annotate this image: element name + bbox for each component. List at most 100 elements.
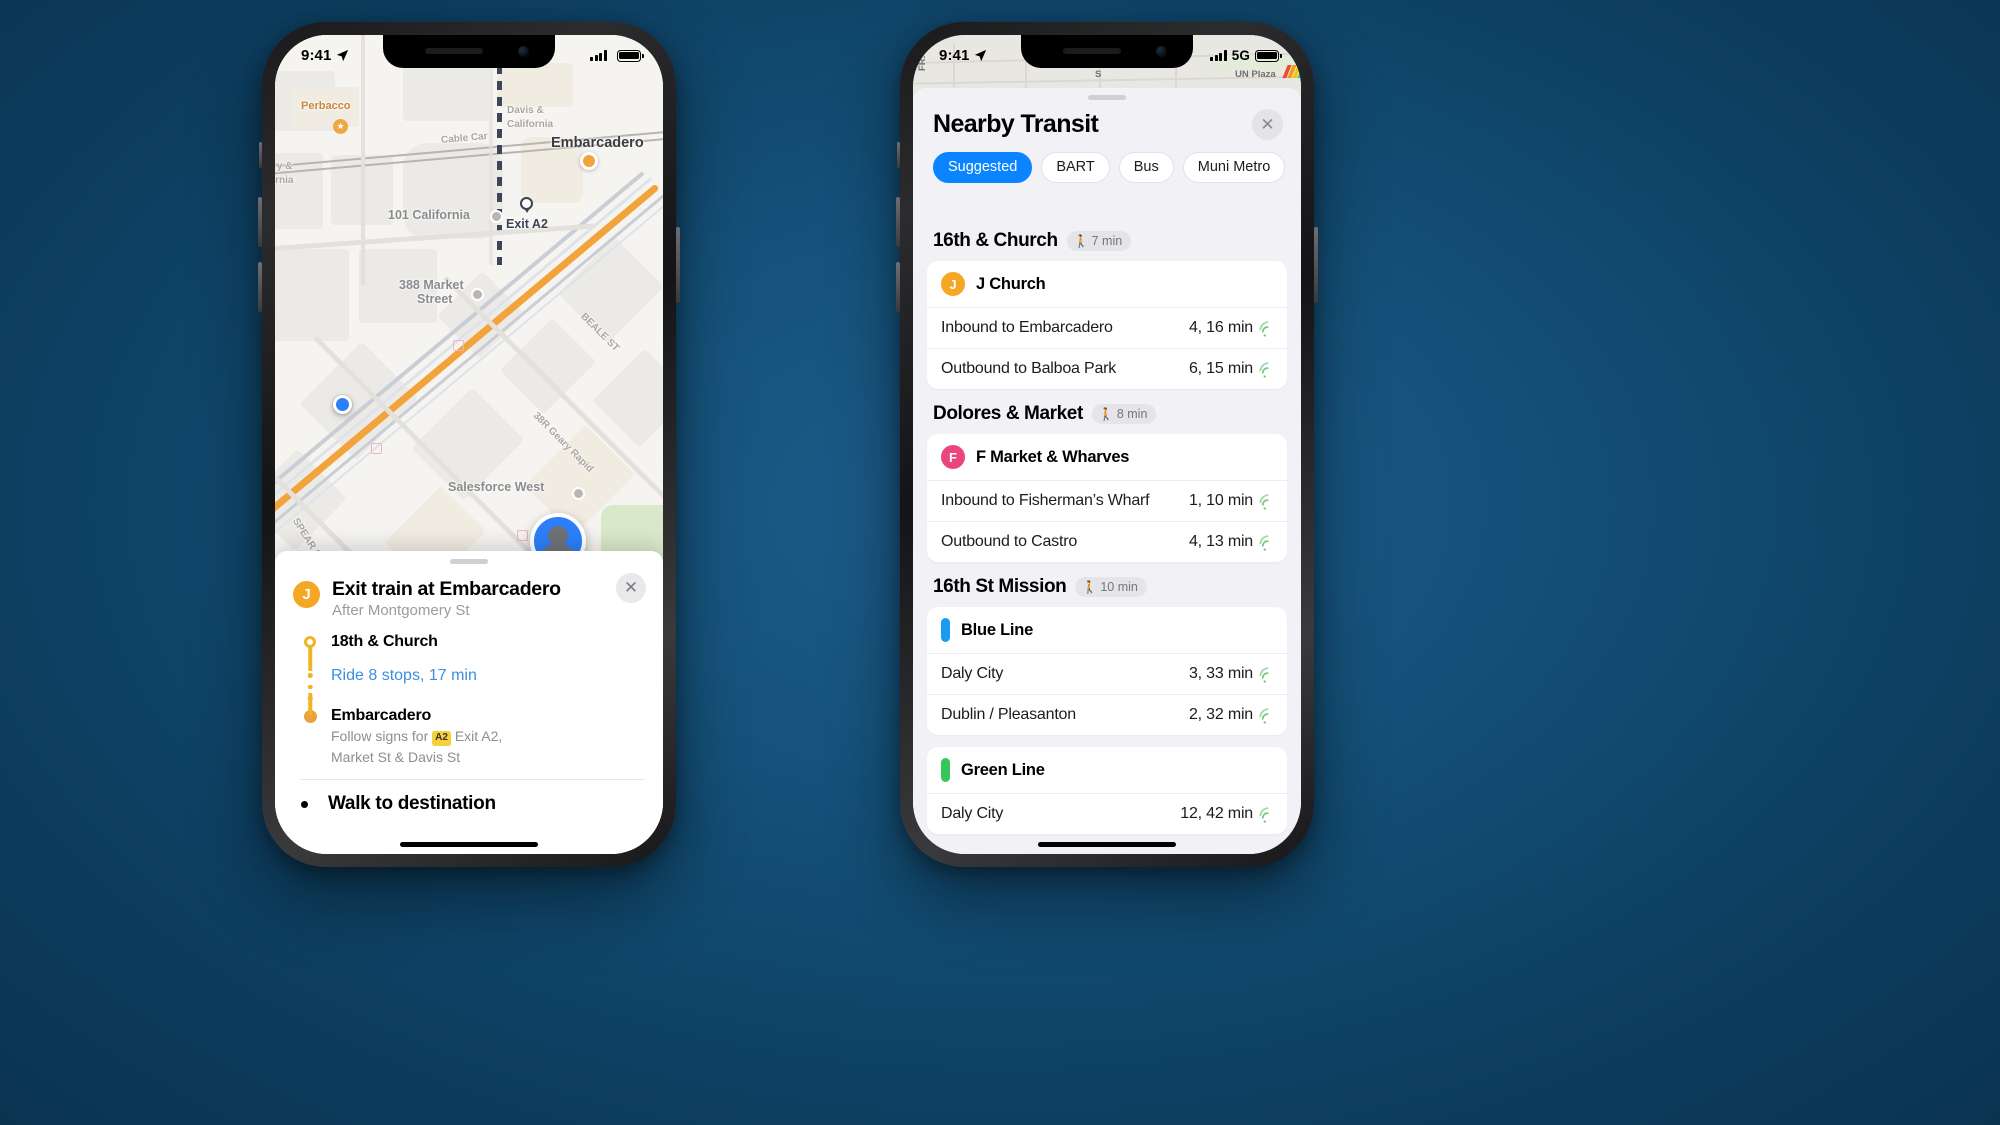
route-badge-letter: J	[949, 276, 957, 292]
map-pink-marker-2	[371, 443, 382, 454]
departure-times: 12, 42 min	[1180, 805, 1253, 822]
route-name: F Market & Wharves	[976, 447, 1130, 466]
mute-switch[interactable]	[259, 142, 262, 168]
origin-stop-name: 18th & Church	[331, 633, 438, 651]
101-california-poi-dot[interactable]	[490, 210, 503, 223]
departure-row[interactable]: Inbound to Fisherman’s Wharf 1, 10 min	[927, 480, 1287, 521]
route-card-header[interactable]: F F Market & Wharves	[927, 434, 1287, 480]
live-signal-icon	[1256, 532, 1276, 552]
route-card-header[interactable]: J J Church	[927, 261, 1287, 307]
departure-destination: Outbound to Balboa Park	[941, 360, 1117, 377]
departure-row[interactable]: Daly City 12, 42 min	[927, 793, 1287, 834]
signal-bars-icon	[1210, 50, 1227, 61]
close-icon[interactable]: ✕	[616, 573, 646, 603]
filter-chip-muni-metro[interactable]: Muni Metro	[1182, 152, 1286, 183]
phone-right: UN Plaza FR. S Nearby Transit ✕ Suggeste…	[896, 22, 1318, 867]
filter-chip-suggested[interactable]: Suggested	[933, 152, 1033, 183]
volume-up-button[interactable]	[258, 197, 262, 247]
power-button[interactable]	[676, 227, 680, 303]
nearby-transit-header: Nearby Transit ✕	[913, 100, 1301, 140]
close-icon[interactable]: ✕	[1252, 109, 1283, 140]
departure-row[interactable]: Outbound to Castro 4, 13 min	[927, 521, 1287, 562]
mute-switch-right[interactable]	[897, 142, 900, 168]
route-badge-f: F	[941, 445, 965, 469]
departure-row[interactable]: Dublin / Pleasanton 2, 32 min	[927, 694, 1287, 735]
live-signal-icon	[1256, 705, 1276, 725]
ride-summary-link[interactable]: Ride 8 stops, 17 min	[331, 667, 477, 685]
route-step-sheet[interactable]: J Exit train at Embarcadero After Montgo…	[275, 551, 663, 854]
next-step-row[interactable]: Walk to destination	[275, 780, 663, 815]
live-signal-icon	[1256, 664, 1276, 684]
departure-row[interactable]: Outbound to Balboa Park 6, 15 min	[927, 348, 1287, 389]
route-card[interactable]: J J Church Inbound to Embarcadero 4, 16 min…	[927, 261, 1287, 389]
live-signal-icon	[1256, 804, 1276, 824]
map-label-salesforce-west: Salesforce West	[448, 480, 545, 494]
desc-line2-text: Market St & Davis St	[331, 748, 461, 765]
route-step-origin[interactable]: 18th & Church	[301, 633, 643, 672]
route-card[interactable]: Green Line Daly City 12, 42 min	[927, 747, 1287, 834]
route-card-header[interactable]: Green Line	[927, 747, 1287, 793]
stations-scroll-area[interactable]: 16th & Church 🚶 7 min J J Church Inbound to E…	[913, 216, 1301, 854]
station-name: 16th & Church	[933, 230, 1058, 251]
route-step-ride[interactable]: Ride 8 stops, 17 min	[301, 667, 643, 707]
desc-post-text: Exit A2,	[450, 728, 503, 745]
nearby-transit-sheet[interactable]: Nearby Transit ✕ Suggested BART Bus Muni Me…	[913, 88, 1301, 854]
status-time: 9:41	[301, 47, 332, 64]
sheet-header: J Exit train at Embarcadero After Montgo…	[275, 564, 663, 619]
departure-row[interactable]: Daly City 3, 33 min	[927, 653, 1287, 694]
page-title: Nearby Transit	[933, 110, 1099, 138]
earpiece-speaker	[425, 48, 483, 54]
current-location-dot	[333, 395, 352, 414]
live-signal-icon	[1256, 359, 1276, 379]
departure-times: 4, 13 min	[1188, 533, 1253, 550]
volume-up-button-right[interactable]	[896, 197, 900, 247]
departure-times: 1, 10 min	[1188, 492, 1253, 509]
map-label-exit-a2: Exit A2	[506, 217, 548, 231]
front-camera-right	[1156, 46, 1167, 57]
power-button-right[interactable]	[1314, 227, 1318, 303]
volume-down-button-right[interactable]	[896, 262, 900, 312]
home-indicator-right[interactable]	[1038, 842, 1176, 847]
battery-icon	[1255, 49, 1282, 62]
exit-sign-badge: A2	[432, 731, 451, 746]
388-market-poi-dot[interactable]	[471, 288, 484, 301]
walking-person-icon: 🚶	[1073, 233, 1089, 248]
route-steps-list: 18th & Church Ride 8 stops, 17 min Embar…	[275, 619, 663, 767]
departure-destination: Daly City	[941, 805, 1004, 822]
sheet-subtitle: After Montgomery St	[332, 602, 470, 620]
map-pink-marker-3	[517, 530, 528, 541]
walk-step-dot-icon	[301, 800, 308, 808]
salesforce-west-poi-dot[interactable]	[572, 487, 585, 500]
map-label-davis: Davis &	[507, 105, 544, 116]
front-camera	[518, 46, 529, 57]
departure-destination: Daly City	[941, 665, 1004, 682]
notch-right	[1021, 35, 1193, 68]
route-card[interactable]: Blue Line Daly City 3, 33 min Dublin / Plea…	[927, 607, 1287, 735]
walk-time-pill: 🚶 7 min	[1066, 231, 1132, 251]
station-header: 16th & Church 🚶 7 min	[927, 216, 1287, 261]
route-badge-j: J	[941, 272, 965, 296]
route-color-bar	[941, 758, 950, 782]
filter-chip-bus[interactable]: Bus	[1118, 152, 1174, 183]
left-screen: ★ Perbacco Cable Car Davis & California …	[275, 35, 663, 854]
filter-chip-row[interactable]: Suggested BART Bus Muni Metro	[913, 140, 1301, 183]
embarcadero-stop-marker[interactable]	[580, 152, 598, 170]
home-indicator-left[interactable]	[400, 842, 538, 847]
perbacco-poi-icon[interactable]: ★	[333, 119, 348, 134]
route-card[interactable]: F F Market & Wharves Inbound to Fisherman’…	[927, 434, 1287, 562]
departure-destination: Dublin / Pleasanton	[941, 706, 1076, 723]
route-name: Blue Line	[961, 620, 1034, 639]
network-label: 5G	[1231, 48, 1250, 63]
exit-a2-pin-icon[interactable]	[520, 197, 533, 210]
next-step-label: Walk to destination	[328, 793, 496, 815]
station-name: 16th St Mission	[933, 576, 1067, 597]
departure-row[interactable]: Inbound to Embarcadero 4, 16 min	[927, 307, 1287, 348]
map-label-ry-and: ry &	[275, 161, 293, 172]
location-arrow-icon	[336, 49, 349, 62]
walk-time-label: 8 min	[1116, 406, 1148, 421]
route-step-destination[interactable]: Embarcadero Follow signs for A2 Exit A2,…	[301, 693, 643, 767]
volume-down-button[interactable]	[258, 262, 262, 312]
departure-times: 4, 16 min	[1188, 319, 1253, 336]
filter-chip-bart[interactable]: BART	[1041, 152, 1110, 183]
route-card-header[interactable]: Blue Line	[927, 607, 1287, 653]
